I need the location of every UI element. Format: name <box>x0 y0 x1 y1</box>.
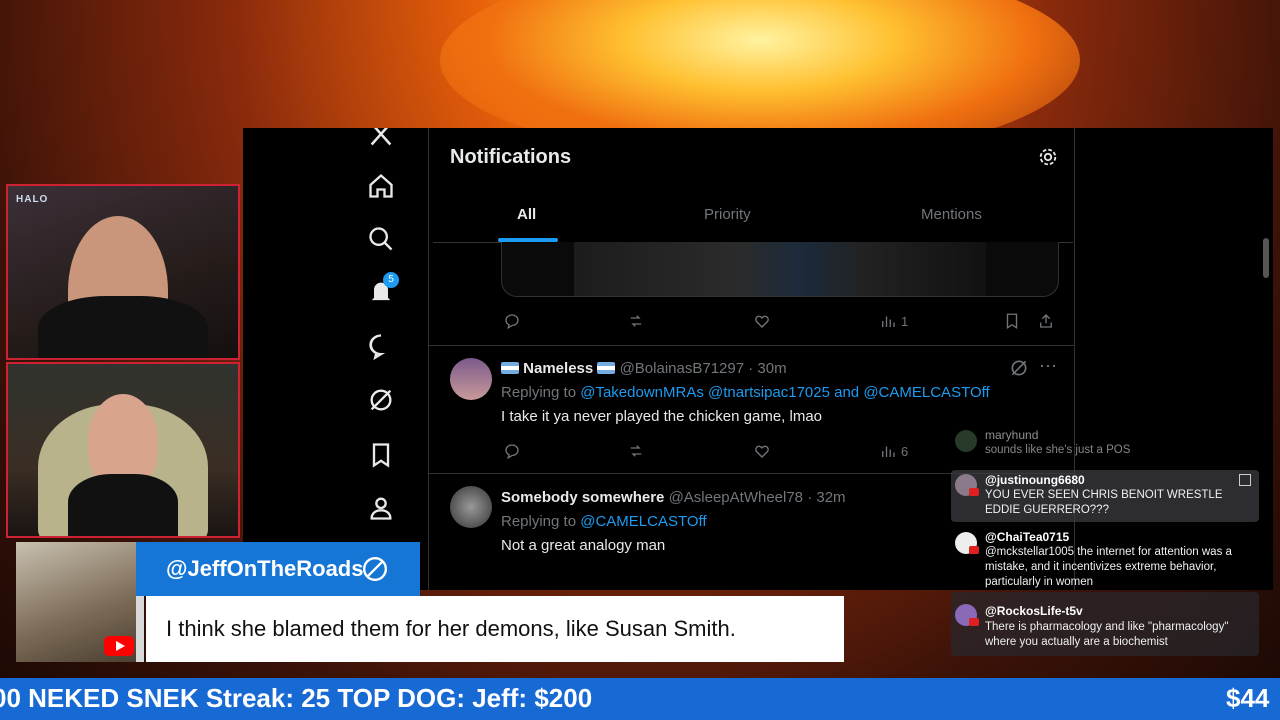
sidebar-divider <box>428 128 429 590</box>
youtube-badge-icon <box>969 546 979 554</box>
notification-count-badge: 5 <box>383 272 399 288</box>
chat-avatar <box>955 430 977 452</box>
x-logo-icon[interactable] <box>367 128 395 148</box>
display-name[interactable]: Somebody somewhere <box>501 489 664 506</box>
post-divider <box>429 345 1074 346</box>
views-count: 1 <box>901 313 909 329</box>
reply-icon[interactable] <box>503 441 521 461</box>
page-title: Notifications <box>450 146 572 168</box>
ticker-text: 00 NEKED SNEK Streak: 25 TOP DOG: Jeff: … <box>0 683 593 713</box>
ticker-amount: $44 <box>1226 683 1270 713</box>
notification-tabs: All Priority Mentions <box>433 188 1073 243</box>
argentina-flag-icon <box>597 362 616 374</box>
youtube-badge-icon <box>969 488 979 496</box>
webcam-host-2 <box>6 362 240 538</box>
avatar[interactable] <box>450 486 492 528</box>
share-icon[interactable] <box>1037 311 1055 331</box>
post-header: Somebody somewhere @AsleepAtWheel78 · 32… <box>501 489 846 506</box>
chat-text: sounds like she's just a POS <box>985 444 1131 456</box>
tab-priority[interactable]: Priority <box>704 206 751 223</box>
handle-time[interactable]: @BolainasB71297 · 30m <box>620 360 787 377</box>
bookmark-icon[interactable] <box>1003 311 1021 331</box>
post-text: I take it ya never played the chicken ga… <box>501 408 823 425</box>
chat-text: There is pharmacology and like "pharmaco… <box>985 621 1229 648</box>
search-icon[interactable] <box>367 225 395 253</box>
repost-icon[interactable] <box>627 311 645 331</box>
chat-username: @RockosLife-t5v <box>985 604 1083 618</box>
verified-circle-icon <box>362 556 388 582</box>
guest-handle: @JeffOnTheRoads <box>166 556 364 581</box>
guest-handle-bar: @JeffOnTheRoads <box>136 542 420 596</box>
reply-icon[interactable] <box>503 311 521 331</box>
replying-to: Replying to @CAMELCASTOff <box>501 513 707 530</box>
news-ticker: 00 NEKED SNEK Streak: 25 TOP DOG: Jeff: … <box>0 678 1280 720</box>
messages-icon[interactable] <box>367 332 395 361</box>
media-image <box>574 242 986 296</box>
chat-username: @justinoung6680 <box>985 473 1085 487</box>
display-name[interactable]: Nameless <box>523 360 593 377</box>
chat-text: YOU EVER SEEN CHRIS BENOIT WRESTLE EDDIE… <box>985 489 1223 516</box>
avatar[interactable] <box>450 358 492 400</box>
views-stat[interactable]: 6 <box>879 441 908 461</box>
grok-icon[interactable] <box>367 386 395 414</box>
chat-username: @ChaiTea0715 <box>985 530 1070 544</box>
post-text: Not a great analogy man <box>501 537 666 554</box>
streamer-2-top <box>68 474 178 536</box>
chat-flag-icon[interactable] <box>1239 474 1251 486</box>
replying-prefix: Replying to <box>501 384 581 401</box>
grok-icon[interactable] <box>1009 358 1029 378</box>
bookmarks-icon[interactable] <box>367 441 395 469</box>
home-icon[interactable] <box>367 172 395 200</box>
chat-text: @mckstellar1005 the internet for attenti… <box>985 546 1232 588</box>
post-media[interactable] <box>501 242 1059 297</box>
replying-to: Replying to @TakedownMRAs @tnartsipac170… <box>501 384 990 401</box>
repost-icon[interactable] <box>627 441 645 461</box>
views-icon <box>882 446 895 457</box>
views-icon <box>882 316 895 327</box>
tab-mentions[interactable]: Mentions <box>921 206 982 223</box>
argentina-flag-icon <box>501 362 519 374</box>
views-stat[interactable]: 1 <box>879 311 908 331</box>
live-chat-overlay: maryhund sounds like she's just a POS @j… <box>945 426 1265 660</box>
handle-time[interactable]: @AsleepAtWheel78 · 32m <box>669 489 846 506</box>
more-options-icon[interactable]: ⋯ <box>1039 356 1057 377</box>
post-actions: 1 <box>501 311 1061 335</box>
scrollbar-thumb[interactable] <box>1263 238 1269 278</box>
youtube-logo-icon <box>104 636 134 656</box>
views-count: 6 <box>901 443 909 459</box>
notifications-bell-icon[interactable]: 5 <box>367 272 399 306</box>
chat-message: @RockosLife-t5v There is pharmacology an… <box>951 592 1259 656</box>
like-icon[interactable] <box>753 441 771 461</box>
streamer-1-shirt <box>38 296 208 358</box>
replying-prefix: Replying to <box>501 513 581 530</box>
chat-message: @justinoung6680 YOU EVER SEEN CHRIS BENO… <box>951 470 1259 522</box>
profile-icon[interactable] <box>367 494 395 522</box>
chat-username: maryhund <box>985 428 1039 442</box>
tab-all[interactable]: All <box>517 206 536 223</box>
webcam-host-1: HALO <box>6 184 240 360</box>
halo-logo: HALO <box>16 194 49 205</box>
twitter-sidebar: 5 <box>353 128 409 590</box>
youtube-badge-icon <box>969 618 979 626</box>
guest-quote: I think she blamed them for her demons, … <box>166 616 736 641</box>
post-header: Nameless @BolainasB71297 · 30m <box>501 360 787 377</box>
reply-mentions[interactable]: @CAMELCASTOff <box>580 513 706 530</box>
settings-gear-icon[interactable] <box>1037 146 1059 168</box>
like-icon[interactable] <box>753 311 771 331</box>
reply-mentions[interactable]: @TakedownMRAs @tnartsipac17025 and @CAME… <box>580 384 989 401</box>
quote-box: I think she blamed them for her demons, … <box>146 596 844 662</box>
